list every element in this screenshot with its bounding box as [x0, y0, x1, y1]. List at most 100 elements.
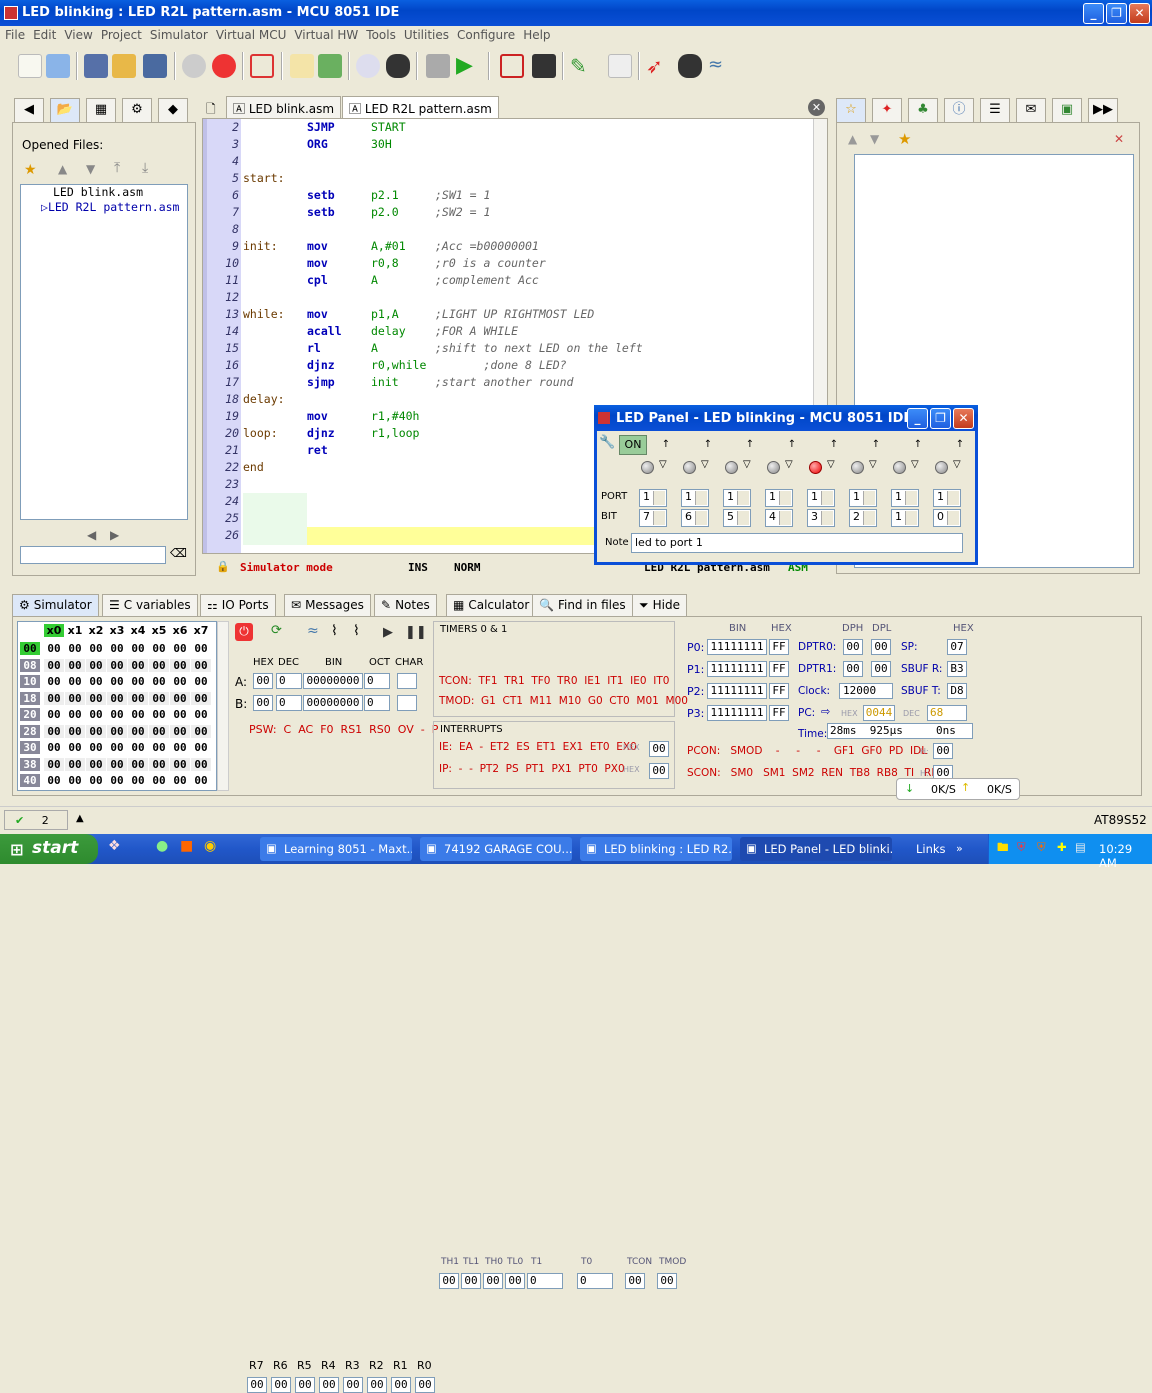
- spell-check-indicator[interactable]: ✔ 2: [4, 810, 68, 830]
- memory-cell[interactable]: 00: [149, 757, 169, 771]
- ie-flags[interactable]: IE: EA - ET2 ES ET1 EX1 ET0 EX0: [439, 741, 637, 753]
- port-bin[interactable]: 11111111: [707, 683, 767, 699]
- add-icon[interactable]: ✚: [1057, 840, 1067, 854]
- tab-calculator[interactable]: ▦ Calculator: [446, 594, 537, 616]
- port-hex[interactable]: FF: [769, 661, 789, 677]
- menu-item[interactable]: File: [5, 28, 25, 42]
- menu-item[interactable]: Utilities: [404, 28, 449, 42]
- scroll-left-icon[interactable]: ◀: [87, 528, 96, 542]
- save-icon[interactable]: [84, 54, 108, 78]
- r-register-value[interactable]: 00: [415, 1377, 435, 1393]
- led-panel-close[interactable]: ✕: [953, 408, 974, 429]
- run-icon[interactable]: ▶: [456, 54, 480, 78]
- memory-cell[interactable]: 00: [170, 774, 190, 787]
- memory-cell[interactable]: 00: [44, 675, 64, 688]
- project-files-tab[interactable]: ▦: [86, 98, 116, 122]
- symbols-tab[interactable]: ♣: [908, 98, 938, 122]
- shield-icon[interactable]: ⛨: [1017, 840, 1026, 855]
- led-bit-select[interactable]: 0: [933, 509, 961, 527]
- bookmarks-tab[interactable]: ◆: [158, 98, 188, 122]
- star-icon[interactable]: ★: [24, 162, 37, 178]
- led-bit-select[interactable]: 7: [639, 509, 667, 527]
- memory-cell[interactable]: 00: [107, 757, 127, 771]
- tray-icon[interactable]: 🖿: [997, 840, 1009, 859]
- menu-item[interactable]: Edit: [33, 28, 56, 42]
- tab-messages[interactable]: ✉ Messages: [284, 594, 371, 616]
- breakpoints-tab[interactable]: ✦: [872, 98, 902, 122]
- memory-cell[interactable]: 00: [170, 757, 190, 771]
- taskbar-button[interactable]: ▣ 74192 GARAGE COU...: [420, 837, 572, 861]
- start-button[interactable]: ⊞ start: [0, 834, 98, 864]
- port-bin[interactable]: 11111111: [707, 639, 767, 655]
- close-button[interactable]: ✕: [1129, 3, 1150, 24]
- memory-cell[interactable]: 00: [128, 691, 148, 705]
- memory-cell[interactable]: 00: [44, 724, 64, 738]
- move-bottom-icon[interactable]: ⤓: [142, 160, 148, 176]
- on-toggle[interactable]: ON: [619, 435, 647, 455]
- menu-item[interactable]: Tools: [366, 28, 396, 42]
- pencil-icon[interactable]: ✎: [570, 54, 594, 78]
- notes-tab[interactable]: ✉: [1016, 98, 1046, 122]
- forward-icon[interactable]: ▶▶: [1088, 98, 1118, 122]
- expand-icon[interactable]: ▲: [76, 813, 84, 824]
- step-over-icon[interactable]: ⌇: [331, 623, 338, 639]
- scroll-right-icon[interactable]: ▶: [110, 528, 119, 542]
- menu-item[interactable]: Virtual HW: [294, 28, 358, 42]
- file-item-active[interactable]: ▷LED R2L pattern.asm: [21, 200, 187, 215]
- messenger-icon[interactable]: ●: [156, 838, 168, 854]
- ip-value[interactable]: 00: [649, 763, 669, 779]
- move-up-icon[interactable]: ▲: [58, 162, 67, 176]
- led-panel-maximize[interactable]: ❐: [930, 408, 951, 429]
- memory-cell[interactable]: 00: [191, 724, 211, 738]
- memory-cell[interactable]: 00: [128, 724, 148, 738]
- timer-value[interactable]: 0: [577, 1273, 613, 1289]
- r-register-value[interactable]: 00: [247, 1377, 267, 1393]
- list-tab[interactable]: ☰: [980, 98, 1010, 122]
- reg-a-hex[interactable]: 00: [253, 673, 273, 689]
- memory-cell[interactable]: 00: [65, 658, 85, 672]
- ie-value[interactable]: 00: [649, 741, 669, 757]
- code-line[interactable]: cpl A ;complement Acc: [243, 272, 813, 289]
- memory-cell[interactable]: 00: [86, 691, 106, 705]
- psw-flags[interactable]: PSW: C AC F0 RS1 RS0 OV - P: [249, 723, 438, 736]
- minimize-button[interactable]: _: [1083, 3, 1104, 24]
- memory-cell[interactable]: 00: [149, 642, 169, 655]
- memory-cell[interactable]: 00: [170, 675, 190, 688]
- search-input[interactable]: [20, 546, 166, 564]
- memory-cell[interactable]: 00: [86, 642, 106, 655]
- pc-dec[interactable]: 68: [927, 705, 967, 721]
- led-bit-select[interactable]: 1: [891, 509, 919, 527]
- clock-value[interactable]: 12000: [839, 683, 893, 699]
- memory-cell[interactable]: 00: [191, 741, 211, 754]
- tab-io-ports[interactable]: ⚏ IO Ports: [200, 594, 276, 616]
- memory-cell[interactable]: 00: [107, 658, 127, 672]
- led-port-select[interactable]: 1: [849, 489, 877, 507]
- memory-cell[interactable]: 00: [149, 708, 169, 721]
- compile-icon[interactable]: [386, 54, 410, 78]
- step-out-icon[interactable]: ⌇: [353, 623, 360, 639]
- memory-cell[interactable]: 00: [44, 691, 64, 705]
- timer-value[interactable]: 00: [439, 1273, 459, 1289]
- list-icon[interactable]: [426, 54, 450, 78]
- up-icon[interactable]: ▲: [848, 132, 857, 146]
- pause-icon[interactable]: ❚❚: [405, 625, 427, 640]
- network-icon[interactable]: ▤: [1075, 840, 1086, 854]
- led-port-select[interactable]: 1: [681, 489, 709, 507]
- memory-cell[interactable]: 00: [128, 675, 148, 688]
- wave-icon[interactable]: ≈: [708, 54, 732, 78]
- memory-cell[interactable]: 00: [170, 741, 190, 754]
- memory-cell[interactable]: 00: [107, 691, 127, 705]
- reg-a-char[interactable]: [397, 673, 417, 689]
- memory-cell[interactable]: 00: [86, 757, 106, 771]
- taskbar-button[interactable]: ▣ Learning 8051 - Maxt...: [260, 837, 412, 861]
- memory-cell[interactable]: 00: [107, 708, 127, 721]
- code-line[interactable]: [243, 221, 813, 238]
- memory-cell[interactable]: 00: [65, 675, 85, 688]
- memory-cell[interactable]: 00: [149, 774, 169, 787]
- menu-item[interactable]: Project: [101, 28, 142, 42]
- memory-cell[interactable]: 00: [149, 658, 169, 672]
- r-register-value[interactable]: 00: [367, 1377, 387, 1393]
- tab-c-variables[interactable]: ☰ C variables: [102, 594, 198, 616]
- code-line[interactable]: acall delay ;FOR A WHILE: [243, 323, 813, 340]
- pcon-flags[interactable]: PCON: SMOD - - - GF1 GF0 PD IDL: [687, 745, 927, 757]
